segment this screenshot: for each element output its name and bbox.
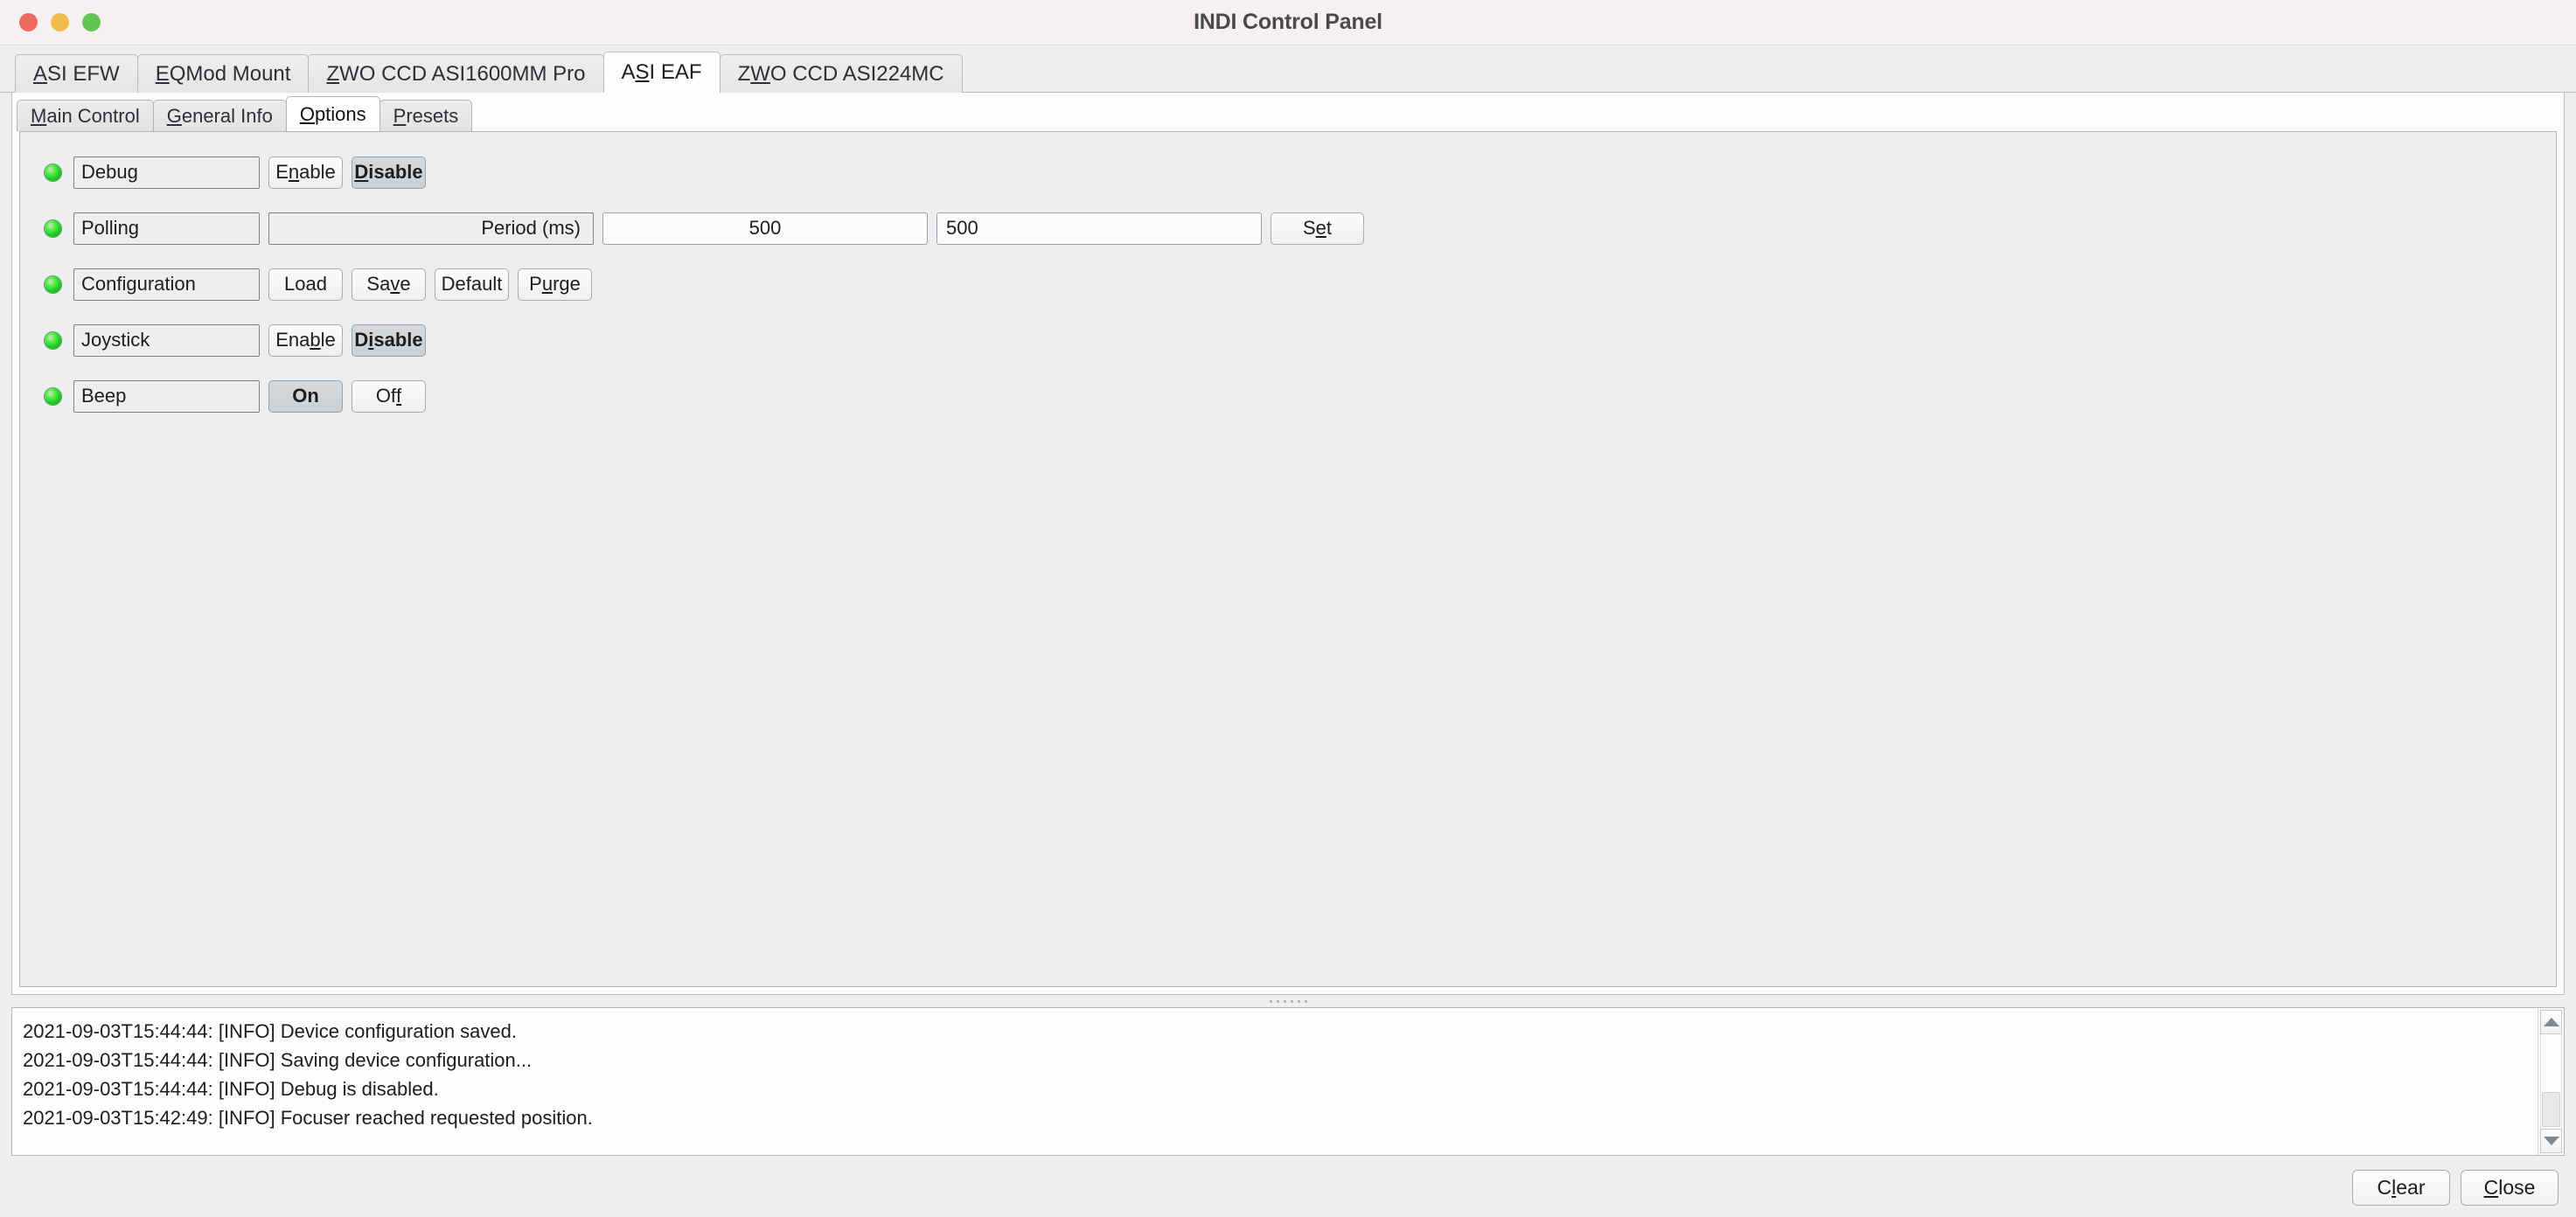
property-label-field: Debug [73, 156, 260, 189]
splitter-dot [1304, 999, 1307, 1003]
scrollbar-track[interactable] [2540, 1034, 2562, 1129]
clear-button[interactable]: Cl ear [2352, 1169, 2450, 1206]
device-tab-label: ASI EFW [33, 61, 120, 86]
splitter-dot [1269, 999, 1272, 1003]
sub-tab-presets[interactable]: Presets [379, 100, 473, 131]
enable-button[interactable]: Enable [268, 156, 343, 189]
off-button[interactable]: Of f [352, 379, 426, 413]
period-current-value: 500 [602, 212, 928, 245]
status-led-icon [45, 331, 61, 349]
status-led-icon [45, 275, 61, 293]
save-button[interactable]: Sa v e [352, 268, 426, 301]
enable-button[interactable]: Enable [268, 323, 343, 357]
property-label-field: Joystick [73, 323, 260, 357]
window-title: INDI Control Panel [1194, 10, 1382, 34]
sub-tab-bar: Main Control General Info Options Presets [12, 93, 2564, 131]
splitter-dot [1297, 999, 1300, 1003]
device-tab-eqmod-mount[interactable]: EQMod Mount [136, 54, 310, 93]
sub-tab-general-info[interactable]: General Info [152, 100, 287, 131]
status-led-icon [45, 163, 61, 181]
splitter-dot [1283, 999, 1286, 1003]
status-led-icon [45, 219, 61, 237]
sub-tab-label: Main Control [31, 104, 140, 127]
sub-tab-options[interactable]: Options [285, 96, 380, 131]
property-row-beep: Beep On Of f [20, 377, 2556, 415]
footer-bar: Cl ear Close [0, 1156, 2576, 1217]
log-line: 2021-09-03T15:44:44: [INFO] Saving devic… [23, 1049, 533, 1071]
scrollbar-thumb[interactable] [2542, 1092, 2560, 1127]
log-message-list[interactable]: 2021-09-03T15:44:44: [INFO] Device confi… [12, 1008, 2538, 1155]
device-tab-zwo-ccd-asi224mc[interactable]: ZWO CCD ASI224MC [719, 54, 963, 93]
device-tab-bar: ASI EFW EQMod Mount ZWO CCD ASI1600MM Pro A… [0, 45, 2576, 94]
property-row-debug: Debug En able Disable [20, 153, 2556, 191]
property-label-field: Polling [73, 212, 260, 245]
on-button[interactable]: On [268, 379, 343, 413]
device-tab-label: EQMod Mount [155, 61, 291, 86]
load-button[interactable]: Load [268, 268, 343, 301]
scroll-up-icon[interactable] [2540, 1010, 2562, 1034]
sub-tab-label: Presets [393, 104, 459, 127]
set-button[interactable]: Set [1271, 212, 1364, 245]
disable-button[interactable]: Disable [352, 156, 426, 189]
scroll-down-icon[interactable] [2540, 1129, 2562, 1153]
device-panel: Main Control General Info Options Presets D… [11, 93, 2565, 995]
panel-splitter[interactable] [11, 995, 2565, 1007]
device-tab-label: ZWO CCD ASI1600MM Pro [326, 61, 586, 86]
property-row-polling: Polling Period (ms) 500 500 Se t [20, 209, 2556, 247]
default-button[interactable]: Default [435, 268, 509, 301]
purge-button[interactable]: Pu rge [518, 268, 592, 301]
device-tab-asi-eaf[interactable]: ASI EAF [602, 52, 721, 94]
property-row-joystick: Joystick Ena b le Di sable [20, 321, 2556, 359]
property-label-field: Beep [73, 379, 260, 413]
log-scrollbar[interactable] [2538, 1008, 2564, 1155]
sub-tab-label: General Info [166, 104, 273, 127]
period-input[interactable]: 500 [936, 212, 1262, 245]
options-panel: Debug En able Disable Polling Period (ms) 500 5… [19, 131, 2557, 987]
device-tab-asi-efw[interactable]: ASI EFW [15, 54, 138, 93]
property-row-configuration: Configuration Load Sa v e Default Pu rge [20, 265, 2556, 303]
disable-button[interactable]: Disable [352, 323, 426, 357]
splitter-dot [1290, 999, 1293, 1003]
device-tab-label: ASI EAF [621, 60, 702, 84]
close-button[interactable]: Close [2461, 1169, 2559, 1206]
status-led-icon [45, 387, 61, 405]
log-line: 2021-09-03T15:42:49: [INFO] Focuser reac… [23, 1107, 593, 1129]
device-tab-label: ZWO CCD ASI224MC [737, 61, 944, 86]
log-line: 2021-09-03T15:44:44: [INFO] Device confi… [23, 1020, 517, 1042]
splitter-dot [1276, 999, 1279, 1003]
log-line: 2021-09-03T15:44:44: [INFO] Debug is dis… [23, 1078, 439, 1100]
sub-tab-main-control[interactable]: Main Control [17, 100, 154, 131]
property-label-field: Configuration [73, 268, 260, 301]
device-tab-zwo-ccd-asi1600mm-pro[interactable]: ZWO CCD ASI1600MM Pro [308, 54, 604, 93]
period-label-field: Period (ms) [268, 212, 594, 245]
title-bar: INDI Control Panel [0, 0, 2576, 45]
sub-tab-label: Options [299, 102, 366, 125]
log-panel: 2021-09-03T15:44:44: [INFO] Device confi… [11, 1007, 2565, 1156]
